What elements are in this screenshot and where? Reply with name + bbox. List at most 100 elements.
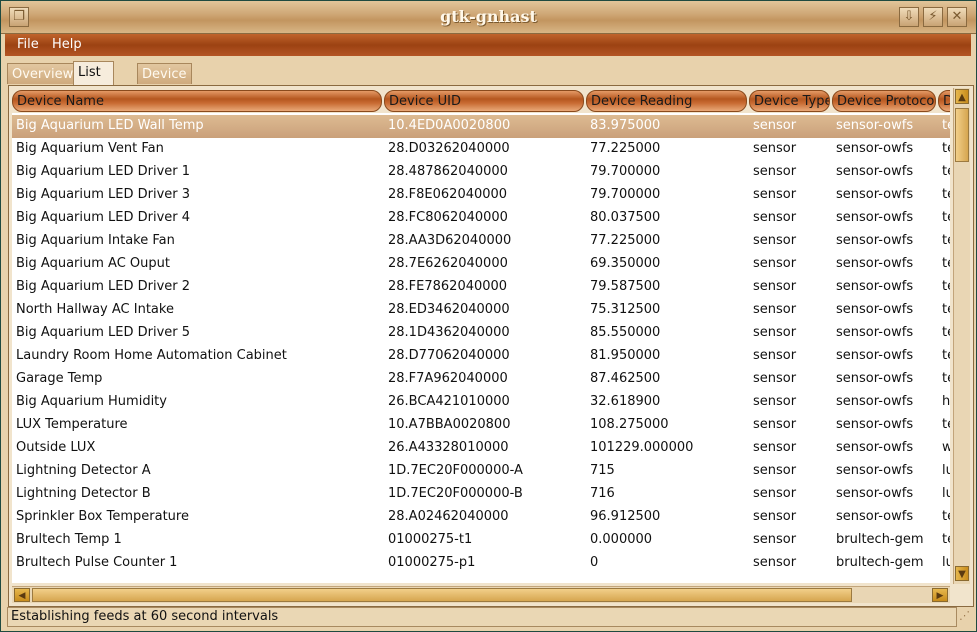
table-cell: sensor (753, 463, 797, 478)
maximize-icon[interactable]: ⚡ (923, 7, 943, 27)
vertical-scrollbar[interactable]: ▲ ▼ (953, 88, 970, 584)
table-cell: 26.BCA421010000 (388, 394, 510, 409)
table-cell: 101229.000000 (590, 440, 694, 455)
table-cell: 96.912500 (590, 509, 661, 524)
table-cell: te (942, 141, 950, 156)
table-cell: sensor-owfs (836, 371, 914, 386)
scroll-left-icon[interactable]: ◀ (14, 588, 30, 602)
resize-grip-icon[interactable]: ⋰ (959, 609, 973, 625)
table-cell: 0 (590, 555, 599, 570)
table-cell: 83.975000 (590, 118, 661, 133)
table-cell: 28.AA3D62040000 (388, 233, 512, 248)
table-cell: 28.F8E062040000 (388, 187, 508, 202)
table-row[interactable]: Laundry Room Home Automation Cabinet 28.D… (12, 345, 950, 368)
table-cell: te (942, 256, 950, 271)
table-cell: 28.1D4362040000 (388, 325, 510, 340)
table-cell: lu (942, 555, 950, 570)
table-row[interactable]: Lightning Detector B 1D.7EC20F000000-B 716… (12, 483, 950, 506)
tab-list-view[interactable]: List View (73, 61, 114, 101)
table-cell: sensor (753, 555, 797, 570)
title-bar[interactable]: ❐ gtk-gnhast ⇩ ⚡ ✕ (1, 1, 976, 34)
table-cell: Big Aquarium LED Driver 1 (16, 164, 191, 179)
table-cell: 01000275-p1 (388, 555, 476, 570)
table-cell: 28.D03262040000 (388, 141, 510, 156)
device-list[interactable]: Device Name Device UID Device Reading De… (12, 89, 950, 583)
table-cell: te (942, 532, 950, 547)
table-cell: Sprinkler Box Temperature (16, 509, 189, 524)
table-cell: te (942, 210, 950, 225)
column-header-device-type[interactable]: Device Type (749, 90, 830, 112)
table-cell: sensor (753, 118, 797, 133)
table-row[interactable]: Big Aquarium LED Driver 1 28.487862040000… (12, 161, 950, 184)
table-row[interactable]: Big Aquarium Intake Fan 28.AA3D62040000 77… (12, 230, 950, 253)
table-cell: lu (942, 463, 950, 478)
table-row[interactable]: Sprinkler Box Temperature 28.A02462040000… (12, 506, 950, 529)
table-cell: te (942, 164, 950, 179)
scroll-right-icon[interactable]: ▶ (932, 588, 948, 602)
table-row[interactable]: Brultech Temp 1 01000275-t1 0.000000 sensor… (12, 529, 950, 552)
table-cell: 1D.7EC20F000000-A (388, 463, 523, 478)
tab-device-details[interactable]: Device Details (137, 63, 193, 103)
column-header-device-reading[interactable]: Device Reading (586, 90, 747, 112)
table-cell: 69.350000 (590, 256, 661, 271)
table-cell: brultech-gem (836, 555, 924, 570)
table-cell: 85.550000 (590, 325, 661, 340)
table-cell: Lightning Detector A (16, 463, 151, 478)
table-cell: sensor (753, 417, 797, 432)
table-cell: 79.700000 (590, 187, 661, 202)
table-row[interactable]: Big Aquarium AC Ouput 28.7E6262040000 69.3… (12, 253, 950, 276)
table-row[interactable]: Big Aquarium LED Driver 2 28.FE7862040000… (12, 276, 950, 299)
table-row[interactable]: Big Aquarium LED Driver 5 28.1D4362040000… (12, 322, 950, 345)
table-cell: sensor-owfs (836, 118, 914, 133)
table-cell: te (942, 417, 950, 432)
minimize-icon[interactable]: ⇩ (899, 7, 919, 27)
table-row[interactable]: Outside LUX 26.A43328010000 101229.000000 s… (12, 437, 950, 460)
table-row[interactable]: Big Aquarium LED Wall Temp 10.4ED0A002080… (12, 115, 950, 138)
table-cell: sensor-owfs (836, 509, 914, 524)
table-cell: 10.4ED0A0020800 (388, 118, 511, 133)
menu-file[interactable]: File (17, 37, 39, 52)
horizontal-scroll-thumb[interactable] (32, 588, 852, 602)
table-cell: Laundry Room Home Automation Cabinet (16, 348, 287, 363)
column-header-device-name[interactable]: Device Name (12, 90, 382, 112)
table-cell: 87.462500 (590, 371, 661, 386)
table-cell: sensor-owfs (836, 325, 914, 340)
table-row[interactable]: Brultech Pulse Counter 1 01000275-p1 0 sens… (12, 552, 950, 575)
table-row[interactable]: Garage Temp 28.F7A962040000 87.462500 senso… (12, 368, 950, 391)
table-cell: sensor-owfs (836, 440, 914, 455)
table-row[interactable]: Big Aquarium Vent Fan 28.D03262040000 77.2… (12, 138, 950, 161)
table-cell: Big Aquarium LED Wall Temp (16, 118, 204, 133)
column-header-row: Device Name Device UID Device Reading De… (12, 89, 950, 113)
horizontal-scrollbar[interactable]: ◀ ▶ (12, 586, 950, 603)
scroll-down-icon[interactable]: ▼ (955, 566, 969, 581)
table-cell: 81.950000 (590, 348, 661, 363)
table-row[interactable]: Big Aquarium LED Driver 4 28.FC8062040000… (12, 207, 950, 230)
table-row[interactable]: LUX Temperature 10.A7BBA0020800 108.275000… (12, 414, 950, 437)
table-row[interactable]: North Hallway AC Intake 28.ED3462040000 75… (12, 299, 950, 322)
close-icon[interactable]: ✕ (947, 7, 967, 27)
table-cell: sensor-owfs (836, 279, 914, 294)
column-header-d[interactable]: D (938, 90, 950, 112)
table-cell: sensor-owfs (836, 463, 914, 478)
table-cell: Big Aquarium LED Driver 5 (16, 325, 191, 340)
table-cell: sensor (753, 279, 797, 294)
column-header-device-protocol[interactable]: Device Protocol (832, 90, 936, 112)
scroll-up-icon[interactable]: ▲ (955, 89, 969, 104)
table-cell: 79.587500 (590, 279, 661, 294)
vertical-scroll-thumb[interactable] (955, 108, 969, 162)
table-row[interactable]: Big Aquarium Humidity 26.BCA421010000 32.6… (12, 391, 950, 414)
table-cell: sensor (753, 187, 797, 202)
table-cell: 1D.7EC20F000000-B (388, 486, 523, 501)
column-header-device-uid[interactable]: Device UID (384, 90, 584, 112)
list-view-panel: Device Name Device UID Device Reading De… (8, 85, 974, 607)
table-cell: 28.ED3462040000 (388, 302, 510, 317)
table-cell: 01000275-t1 (388, 532, 473, 547)
tab-overview[interactable]: Overview (7, 63, 79, 84)
table-cell: te (942, 279, 950, 294)
table-cell: Big Aquarium LED Driver 4 (16, 210, 191, 225)
table-row[interactable]: Big Aquarium LED Driver 3 28.F8E062040000… (12, 184, 950, 207)
table-cell: sensor-owfs (836, 256, 914, 271)
window-title: gtk-gnhast (440, 7, 537, 26)
menu-help[interactable]: Help (52, 37, 82, 52)
table-row[interactable]: Lightning Detector A 1D.7EC20F000000-A 715… (12, 460, 950, 483)
